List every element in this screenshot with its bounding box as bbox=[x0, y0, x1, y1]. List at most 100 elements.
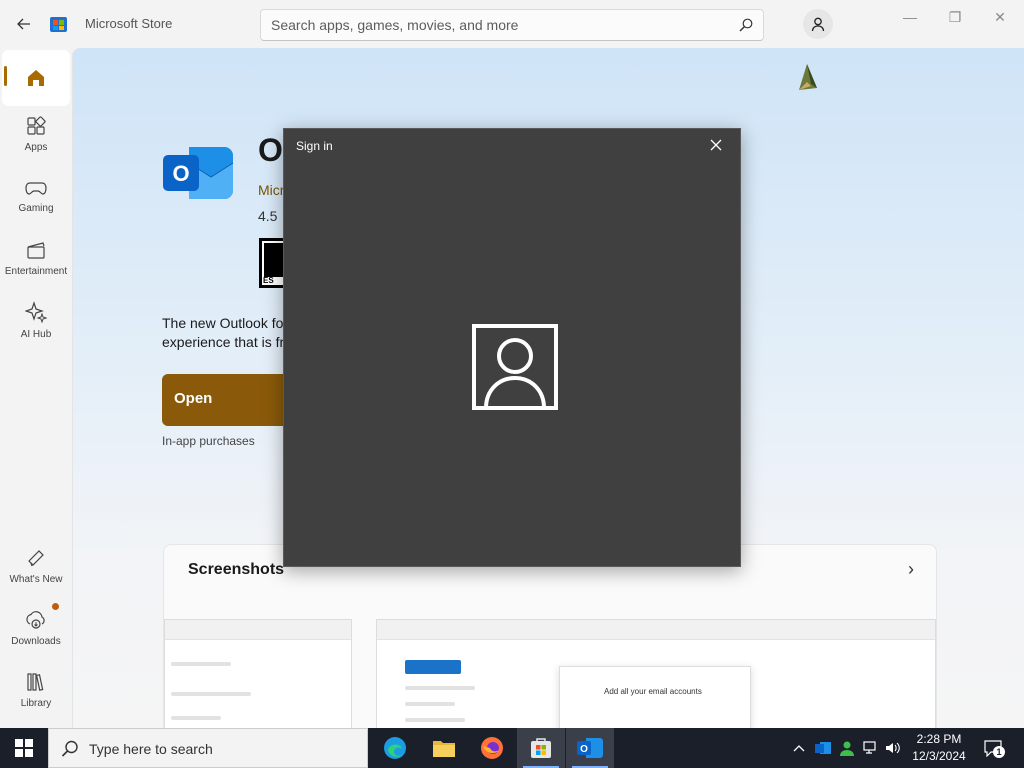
file-explorer-icon bbox=[433, 741, 455, 757]
screenshots-section: Screenshots › Add all your email account… bbox=[163, 544, 937, 728]
app-title: Microsoft Store bbox=[85, 16, 173, 31]
search-icon bbox=[61, 740, 78, 757]
download-icon bbox=[26, 610, 45, 629]
notification-count: 1 bbox=[993, 746, 1005, 758]
tray-network[interactable] bbox=[860, 728, 882, 768]
maximize-button[interactable]: ❐ bbox=[937, 6, 973, 28]
sidebar: Apps Gaming Entertainment AI Hub What's … bbox=[0, 48, 72, 728]
taskbar-file-explorer[interactable] bbox=[420, 728, 468, 768]
description-line: The new Outlook fo bbox=[162, 315, 284, 331]
sidebar-item-whats-new[interactable]: What's New bbox=[2, 538, 70, 594]
svg-text:O: O bbox=[172, 161, 189, 186]
volume-icon bbox=[886, 742, 900, 754]
taskbar-edge[interactable] bbox=[371, 728, 419, 768]
esrb-text: ES bbox=[263, 276, 274, 285]
library-icon bbox=[27, 672, 44, 691]
description-line: experience that is fr bbox=[162, 334, 285, 350]
sidebar-item-label: Apps bbox=[24, 141, 48, 153]
esrb-mark bbox=[264, 243, 284, 277]
thumbnail-line bbox=[405, 686, 475, 690]
firefox-icon bbox=[481, 737, 503, 759]
rating-value: 4.5 bbox=[258, 208, 278, 224]
sidebar-item-label: Gaming bbox=[18, 202, 54, 214]
taskbar-firefox[interactable] bbox=[468, 728, 516, 768]
screenshots-title: Screenshots bbox=[188, 561, 285, 578]
title-bar: Microsoft Store — ❐ ✕ bbox=[0, 0, 1024, 48]
screenshot-thumbnail[interactable] bbox=[164, 619, 352, 728]
dialog-title: Sign in bbox=[296, 139, 333, 153]
edge-icon bbox=[384, 737, 406, 759]
sparrow-mascot-icon bbox=[799, 64, 817, 90]
thumbnail-line bbox=[405, 718, 465, 722]
thumbnail-line bbox=[171, 716, 221, 720]
notification-center-button[interactable]: 1 bbox=[980, 728, 1006, 768]
sidebar-item-label: Library bbox=[20, 697, 52, 709]
minimize-button[interactable]: — bbox=[892, 6, 928, 28]
screenshot-thumbnail[interactable]: Add all your email accounts bbox=[376, 619, 936, 728]
taskbar-search-text: Type here to search bbox=[89, 741, 213, 757]
svg-text:O: O bbox=[580, 744, 588, 755]
outlook-logo-icon: O bbox=[163, 147, 234, 199]
start-button[interactable] bbox=[0, 728, 48, 768]
chevron-right-icon[interactable]: › bbox=[908, 559, 914, 580]
thumbnail-popup: Add all your email accounts bbox=[559, 666, 751, 728]
taskbar-outlook[interactable]: O bbox=[566, 728, 614, 768]
thumbnail-toolbar bbox=[377, 620, 935, 640]
app-name: O bbox=[258, 132, 283, 168]
clock-date: 12/3/2024 bbox=[912, 749, 966, 763]
sidebar-item-home[interactable] bbox=[2, 50, 70, 106]
open-button[interactable]: Open bbox=[162, 374, 292, 426]
app-description: The new Outlook fo experience that is fr bbox=[162, 314, 302, 352]
thumbnail-toolbar bbox=[165, 620, 351, 640]
active-indicator bbox=[4, 66, 7, 86]
sidebar-item-apps[interactable]: Apps bbox=[2, 106, 70, 162]
store-logo-icon bbox=[50, 17, 67, 32]
sparkle-icon bbox=[25, 300, 47, 323]
sidebar-item-entertainment[interactable]: Entertainment bbox=[2, 230, 70, 286]
sidebar-item-ai-hub[interactable]: AI Hub bbox=[2, 292, 70, 348]
taskbar: Type here to search O 2:28 PM 12/3/2024 … bbox=[0, 728, 1024, 768]
megaphone-icon bbox=[28, 549, 44, 566]
chevron-up-icon bbox=[793, 745, 805, 752]
search-input[interactable] bbox=[261, 10, 731, 40]
user-icon bbox=[811, 17, 825, 32]
user-avatar-icon bbox=[472, 324, 558, 410]
gamepad-icon bbox=[25, 181, 47, 195]
close-button[interactable]: ✕ bbox=[982, 6, 1018, 28]
publisher-link[interactable]: Micr bbox=[258, 182, 284, 198]
home-icon bbox=[28, 70, 44, 86]
apps-icon bbox=[27, 115, 46, 135]
tray-outlook[interactable] bbox=[812, 728, 834, 768]
thumbnail-line bbox=[171, 692, 251, 696]
thumbnail-line bbox=[405, 702, 455, 706]
back-arrow-icon bbox=[17, 18, 30, 30]
clock-time: 2:28 PM bbox=[916, 732, 962, 746]
sidebar-item-library[interactable]: Library bbox=[2, 662, 70, 718]
downloads-badge bbox=[52, 603, 59, 610]
account-button[interactable] bbox=[803, 9, 833, 39]
system-clock[interactable]: 2:28 PM 12/3/2024 bbox=[900, 731, 978, 765]
sidebar-item-label: Downloads bbox=[11, 635, 61, 647]
show-hidden-icons-button[interactable] bbox=[788, 728, 810, 768]
popup-text: Add all your email accounts bbox=[604, 687, 702, 696]
outlook-tray-icon bbox=[815, 742, 831, 754]
sidebar-item-gaming[interactable]: Gaming bbox=[2, 168, 70, 224]
back-button[interactable] bbox=[12, 12, 36, 36]
windows-logo-icon bbox=[15, 739, 33, 757]
sidebar-item-downloads[interactable]: Downloads bbox=[2, 600, 70, 656]
people-icon bbox=[840, 741, 854, 756]
outlook-icon: O bbox=[577, 738, 603, 758]
search-icon[interactable] bbox=[739, 18, 753, 32]
sidebar-item-label: AI Hub bbox=[20, 328, 52, 340]
search-box[interactable] bbox=[260, 9, 764, 41]
sidebar-item-label: Entertainment bbox=[4, 265, 68, 277]
tray-user[interactable] bbox=[836, 728, 858, 768]
sidebar-item-label: What's New bbox=[9, 573, 63, 585]
in-app-purchases-note: In-app purchases bbox=[162, 434, 255, 448]
thumbnail-new-mail bbox=[405, 660, 461, 674]
network-icon bbox=[863, 741, 876, 754]
store-icon bbox=[531, 738, 551, 758]
close-icon[interactable] bbox=[708, 137, 724, 153]
taskbar-store[interactable] bbox=[517, 728, 565, 768]
taskbar-search[interactable]: Type here to search bbox=[48, 728, 368, 768]
